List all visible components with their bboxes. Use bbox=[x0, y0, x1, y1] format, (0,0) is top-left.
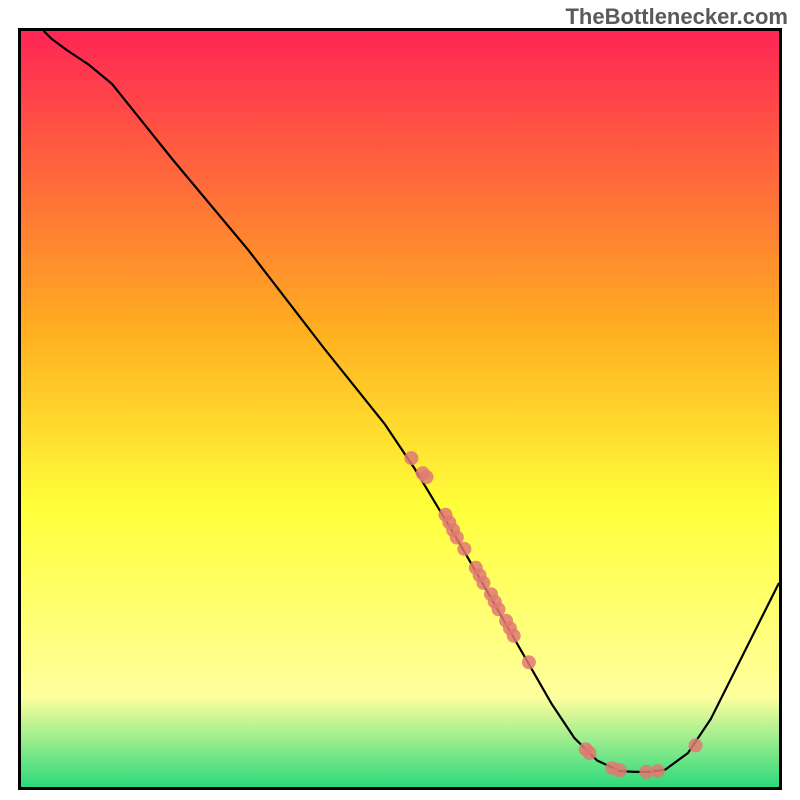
data-marker bbox=[689, 738, 703, 752]
data-marker bbox=[522, 655, 536, 669]
data-marker bbox=[420, 470, 434, 484]
chart-canvas bbox=[21, 31, 779, 787]
data-marker bbox=[457, 542, 471, 556]
data-marker bbox=[507, 629, 521, 643]
data-marker bbox=[492, 602, 506, 616]
data-marker bbox=[404, 451, 418, 465]
data-marker bbox=[583, 746, 597, 760]
chart-frame bbox=[18, 28, 782, 790]
data-marker bbox=[450, 531, 464, 545]
gradient-background bbox=[21, 31, 779, 787]
data-marker bbox=[651, 764, 665, 778]
data-marker bbox=[613, 763, 627, 777]
watermark-text: TheBottlenecker.com bbox=[565, 4, 788, 30]
